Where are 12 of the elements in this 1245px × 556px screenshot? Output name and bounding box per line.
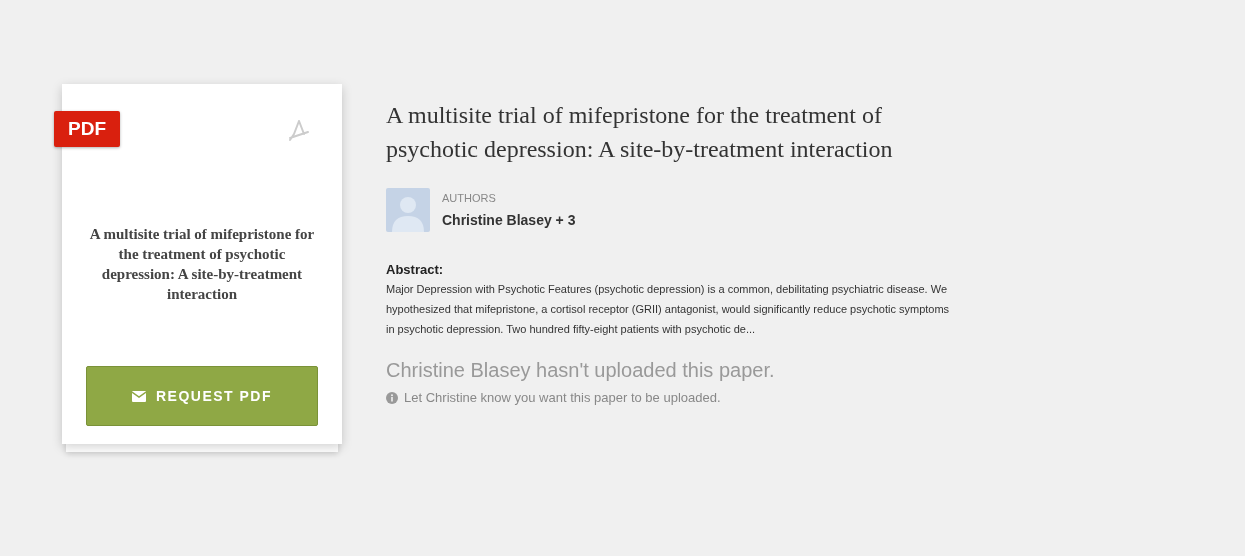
envelope-icon — [131, 390, 146, 402]
pdf-badge: PDF — [54, 111, 120, 147]
card-title: A multisite trial of mifepristone for the treatment of psychotic depression: A site-by-treatment interaction — [88, 225, 316, 304]
abstract-text: Major Depression with Psychotic Features (psychotic depression) is a common, debilitating psychiatric disease. We hypothesized that mifepristone, a cortisol receptor (GRII) antagonist, would significantly reduce psychotic symptoms in psychotic depression. Two hundred fifty-eight patients with psychotic de... — [386, 282, 951, 337]
upload-notice: Christine Blasey hasn't uploaded this paper. — [386, 359, 776, 382]
paper-title: A multisite trial of mifepristone for the treatment of psychotic depression: A site-by-treatment interaction — [386, 101, 894, 164]
upload-hint: Let Christine know you want this paper to be uploaded. — [404, 390, 721, 405]
info-icon — [386, 391, 398, 404]
avatar-icon — [386, 188, 430, 232]
author-link[interactable]: Christine Blasey + 3 — [442, 212, 576, 228]
authors-label: AUTHORS — [442, 192, 497, 204]
abstract-label: Abstract: — [386, 262, 445, 277]
